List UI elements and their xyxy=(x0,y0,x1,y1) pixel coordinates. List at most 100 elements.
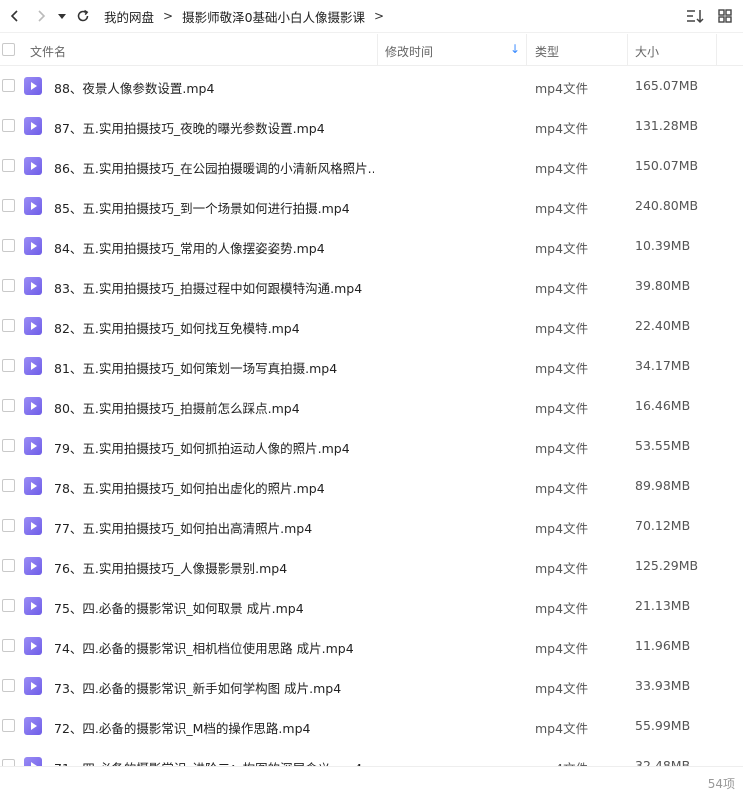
file-name[interactable]: 83、五.实用拍摄技巧_拍摄过程中如何跟模特沟通.mp4 xyxy=(54,278,362,297)
file-size: 150.07MB xyxy=(635,158,699,173)
file-row[interactable]: 78、五.实用拍摄技巧_如何拍出虚化的照片.mp4 mp4文件 89.98MB xyxy=(0,466,743,506)
file-name[interactable]: 82、五.实用拍摄技巧_如何找互免模特.mp4 xyxy=(54,318,300,337)
file-row[interactable]: 73、四.必备的摄影常识_新手如何学构图 成片.mp4 mp4文件 33.93MB xyxy=(0,666,743,706)
video-file-icon xyxy=(24,477,42,495)
history-dropdown-button[interactable] xyxy=(54,3,70,29)
column-header-modified[interactable]: 修改时间 xyxy=(385,43,433,60)
file-row[interactable]: 77、五.实用拍摄技巧_如何拍出高清照片.mp4 mp4文件 70.12MB xyxy=(0,506,743,546)
row-checkbox[interactable] xyxy=(2,399,15,412)
column-divider[interactable] xyxy=(716,34,717,66)
file-row[interactable]: 79、五.实用拍摄技巧_如何抓拍运动人像的照片.mp4 mp4文件 53.55MB xyxy=(0,426,743,466)
row-checkbox[interactable] xyxy=(2,639,15,652)
file-name[interactable]: 86、五.实用拍摄技巧_在公园拍摄暖调的小清新风格照片.... xyxy=(54,158,374,177)
file-name[interactable]: 80、五.实用拍摄技巧_拍摄前怎么踩点.mp4 xyxy=(54,398,300,417)
file-name[interactable]: 71、四.必备的摄影常识_进阶二：构图的深层含义.mp4 xyxy=(54,758,362,766)
column-divider[interactable] xyxy=(377,34,378,66)
file-row[interactable]: 80、五.实用拍摄技巧_拍摄前怎么踩点.mp4 mp4文件 16.46MB xyxy=(0,386,743,426)
file-row[interactable]: 84、五.实用拍摄技巧_常用的人像摆姿姿势.mp4 mp4文件 10.39MB xyxy=(0,226,743,266)
file-size: 125.29MB xyxy=(635,558,699,573)
row-checkbox[interactable] xyxy=(2,679,15,692)
file-name[interactable]: 73、四.必备的摄影常识_新手如何学构图 成片.mp4 xyxy=(54,678,341,697)
file-row[interactable]: 83、五.实用拍摄技巧_拍摄过程中如何跟模特沟通.mp4 mp4文件 39.80MB xyxy=(0,266,743,306)
file-type: mp4文件 xyxy=(535,201,589,216)
column-divider[interactable] xyxy=(627,34,628,66)
file-name[interactable]: 88、夜景人像参数设置.mp4 xyxy=(54,78,214,97)
file-type: mp4文件 xyxy=(535,361,589,376)
video-file-icon xyxy=(24,357,42,375)
row-checkbox[interactable] xyxy=(2,759,15,766)
file-row[interactable]: 87、五.实用拍摄技巧_夜晚的曝光参数设置.mp4 mp4文件 131.28MB xyxy=(0,106,743,146)
file-name[interactable]: 78、五.实用拍摄技巧_如何拍出虚化的照片.mp4 xyxy=(54,478,325,497)
row-checkbox[interactable] xyxy=(2,79,15,92)
file-row[interactable]: 75、四.必备的摄影常识_如何取景 成片.mp4 mp4文件 21.13MB xyxy=(0,586,743,626)
select-all-checkbox[interactable] xyxy=(2,43,15,56)
video-file-icon xyxy=(24,77,42,95)
file-row[interactable]: 82、五.实用拍摄技巧_如何找互免模特.mp4 mp4文件 22.40MB xyxy=(0,306,743,346)
file-row[interactable]: 81、五.实用拍摄技巧_如何策划一场写真拍摄.mp4 mp4文件 34.17MB xyxy=(0,346,743,386)
refresh-button[interactable] xyxy=(70,3,96,29)
video-file-icon xyxy=(24,237,42,255)
chevron-right-icon xyxy=(38,10,46,22)
row-checkbox[interactable] xyxy=(2,359,15,372)
file-name[interactable]: 84、五.实用拍摄技巧_常用的人像摆姿姿势.mp4 xyxy=(54,238,325,257)
file-type: mp4文件 xyxy=(535,321,589,336)
file-type: mp4文件 xyxy=(535,601,589,616)
row-checkbox[interactable] xyxy=(2,319,15,332)
file-row[interactable]: 71、四.必备的摄影常识_进阶二：构图的深层含义.mp4 mp4文件 32.48MB xyxy=(0,746,743,766)
file-name[interactable]: 75、四.必备的摄影常识_如何取景 成片.mp4 xyxy=(54,598,304,617)
file-row[interactable]: 85、五.实用拍摄技巧_到一个场景如何进行拍摄.mp4 mp4文件 240.80MB xyxy=(0,186,743,226)
file-row[interactable]: 76、五.实用拍摄技巧_人像摄影景别.mp4 mp4文件 125.29MB xyxy=(0,546,743,586)
row-checkbox[interactable] xyxy=(2,199,15,212)
file-name[interactable]: 77、五.实用拍摄技巧_如何拍出高清照片.mp4 xyxy=(54,518,312,537)
video-file-icon xyxy=(24,757,42,766)
toolbar: 我的网盘 > 摄影师敬泽0基础小白人像摄影课 > xyxy=(0,0,743,33)
row-checkbox[interactable] xyxy=(2,439,15,452)
video-file-icon xyxy=(24,637,42,655)
row-checkbox[interactable] xyxy=(2,159,15,172)
forward-button[interactable] xyxy=(28,3,54,29)
column-header-size[interactable]: 大小 xyxy=(635,43,659,60)
chevron-left-icon xyxy=(10,10,18,22)
row-checkbox[interactable] xyxy=(2,479,15,492)
column-header-type[interactable]: 类型 xyxy=(535,43,559,60)
file-name[interactable]: 74、四.必备的摄影常识_相机档位使用思路 成片.mp4 xyxy=(54,638,354,657)
file-name[interactable]: 87、五.实用拍摄技巧_夜晚的曝光参数设置.mp4 xyxy=(54,118,325,137)
file-type: mp4文件 xyxy=(535,481,589,496)
row-checkbox[interactable] xyxy=(2,119,15,132)
file-name[interactable]: 72、四.必备的摄影常识_M档的操作思路.mp4 xyxy=(54,718,310,737)
file-row[interactable]: 74、四.必备的摄影常识_相机档位使用思路 成片.mp4 mp4文件 11.96MB xyxy=(0,626,743,666)
file-size: 11.96MB xyxy=(635,638,691,653)
view-mode-button[interactable] xyxy=(715,5,735,27)
row-checkbox[interactable] xyxy=(2,559,15,572)
file-name[interactable]: 79、五.实用拍摄技巧_如何抓拍运动人像的照片.mp4 xyxy=(54,438,350,457)
row-checkbox[interactable] xyxy=(2,599,15,612)
column-divider[interactable] xyxy=(526,34,527,66)
row-checkbox[interactable] xyxy=(2,239,15,252)
file-type: mp4文件 xyxy=(535,681,589,696)
grid-view-icon xyxy=(718,9,732,23)
file-name[interactable]: 76、五.实用拍摄技巧_人像摄影景别.mp4 xyxy=(54,558,287,577)
breadcrumb-separator-icon: > xyxy=(163,9,174,23)
sort-desc-arrow-icon: ↓ xyxy=(510,42,521,56)
file-type: mp4文件 xyxy=(535,81,589,96)
file-name[interactable]: 81、五.实用拍摄技巧_如何策划一场写真拍摄.mp4 xyxy=(54,358,337,377)
file-row[interactable]: 86、五.实用拍摄技巧_在公园拍摄暖调的小清新风格照片.... mp4文件 150.… xyxy=(0,146,743,186)
row-checkbox[interactable] xyxy=(2,719,15,732)
file-row[interactable]: 72、四.必备的摄影常识_M档的操作思路.mp4 mp4文件 55.99MB xyxy=(0,706,743,746)
video-file-icon xyxy=(24,117,42,135)
row-checkbox[interactable] xyxy=(2,519,15,532)
file-size: 240.80MB xyxy=(635,198,699,213)
sort-button[interactable] xyxy=(685,5,705,27)
file-size: 70.12MB xyxy=(635,518,691,533)
breadcrumb-current-folder[interactable]: 摄影师敬泽0基础小白人像摄影课 xyxy=(182,7,365,26)
row-checkbox[interactable] xyxy=(2,279,15,292)
video-file-icon xyxy=(24,717,42,735)
file-size: 16.46MB xyxy=(635,398,691,413)
file-name[interactable]: 85、五.实用拍摄技巧_到一个场景如何进行拍摄.mp4 xyxy=(54,198,350,217)
column-header-name[interactable]: 文件名 xyxy=(30,43,66,60)
caret-down-icon xyxy=(58,14,66,19)
file-row[interactable]: 88、夜景人像参数设置.mp4 mp4文件 165.07MB xyxy=(0,66,743,106)
file-size: 55.99MB xyxy=(635,718,691,733)
back-button[interactable] xyxy=(2,3,28,29)
breadcrumb-root[interactable]: 我的网盘 xyxy=(104,7,154,26)
